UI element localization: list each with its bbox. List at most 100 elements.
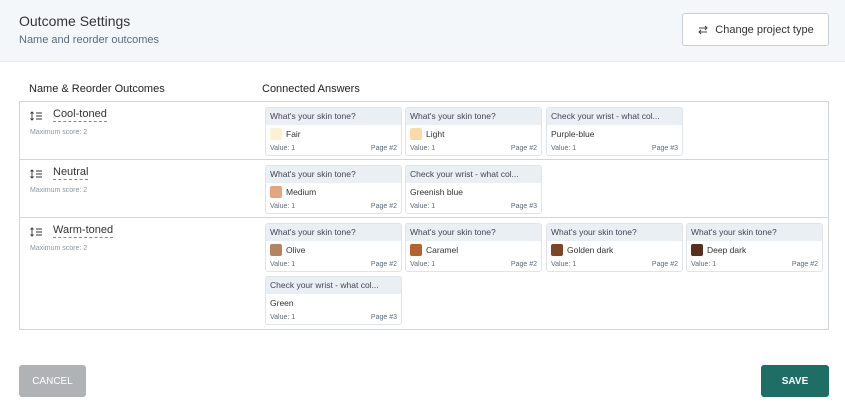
answer-page: Page #3 (651, 145, 678, 152)
answer-label: Purple-blue (551, 129, 595, 139)
save-button[interactable]: SAVE (761, 365, 829, 397)
reorder-handle-icon[interactable] (30, 169, 43, 179)
answer-card[interactable]: What's your skin tone? Light Value: 1 Page … (405, 107, 542, 156)
page-subtitle: Name and reorder outcomes (19, 34, 160, 46)
answer-card[interactable]: What's your skin tone? Medium Value: 1 Page… (265, 165, 402, 214)
outcomes-table: Cool-toned Maximum score: 2 What's your sk… (19, 101, 829, 330)
answer-meta: Value: 1 Page #2 (270, 145, 397, 152)
change-project-type-button[interactable]: Change project type (682, 13, 829, 46)
answers-column-header: Connected Answers (262, 83, 360, 95)
answer-option: Green (270, 297, 294, 309)
answer-card[interactable]: What's your skin tone? Caramel Value: 1 Pag… (405, 223, 542, 272)
outcome-name[interactable]: Cool-toned (53, 108, 107, 122)
answer-label: Fair (286, 129, 301, 139)
answer-page: Page #2 (651, 261, 678, 268)
answer-question: What's your skin tone? (266, 166, 401, 183)
answer-card[interactable]: Check your wrist - what col... Green Value… (265, 276, 402, 325)
answer-question: What's your skin tone? (547, 224, 682, 241)
answer-card[interactable]: What's your skin tone? Golden dark Value: … (546, 223, 683, 272)
page-title: Outcome Settings (19, 13, 131, 29)
answer-label: Deep dark (707, 245, 747, 255)
answer-card[interactable]: What's your skin tone? Olive Value: 1 Page … (265, 223, 402, 272)
answer-value: Value: 1 (410, 145, 436, 152)
answer-page: Page #2 (510, 145, 537, 152)
outcomes-column-header: Name & Reorder Outcomes (29, 83, 165, 95)
color-swatch (270, 186, 282, 198)
answer-value: Value: 1 (410, 261, 436, 268)
max-score: Maximum score: 2 (30, 187, 88, 194)
change-project-type-label: Change project type (715, 23, 814, 36)
answer-meta: Value: 1 Page #2 (270, 203, 397, 210)
outcome-row: Warm-toned Maximum score: 2 What's your sk… (20, 218, 828, 329)
answer-label: Caramel (426, 245, 459, 255)
answer-option: Light (410, 128, 444, 140)
reorder-handle-icon[interactable] (30, 227, 43, 237)
answer-page: Page #2 (370, 203, 397, 210)
answer-question: What's your skin tone? (687, 224, 822, 241)
answer-page: Page #3 (510, 203, 537, 210)
answer-page: Page #3 (370, 314, 397, 321)
answer-meta: Value: 1 Page #3 (551, 145, 678, 152)
answer-page: Page #2 (370, 145, 397, 152)
answer-label: Golden dark (567, 245, 614, 255)
color-swatch (551, 244, 563, 256)
color-swatch (270, 244, 282, 256)
outcome-name[interactable]: Warm-toned (53, 224, 114, 238)
answer-card[interactable]: Check your wrist - what col... Greenish b… (405, 165, 542, 214)
answer-page: Page #2 (370, 261, 397, 268)
swap-arrows-icon (698, 25, 708, 34)
answer-label: Medium (286, 187, 317, 197)
answer-option: Golden dark (551, 244, 613, 256)
answer-meta: Value: 1 Page #2 (410, 261, 537, 268)
answer-question: What's your skin tone? (266, 108, 401, 125)
color-swatch (691, 244, 703, 256)
color-swatch (270, 128, 282, 140)
answer-question: What's your skin tone? (406, 108, 541, 125)
answer-card[interactable]: What's your skin tone? Fair Value: 1 Page #… (265, 107, 402, 156)
answer-value: Value: 1 (270, 261, 296, 268)
answer-meta: Value: 1 Page #3 (270, 314, 397, 321)
answer-option: Olive (270, 244, 305, 256)
answer-value: Value: 1 (410, 203, 436, 210)
answer-page: Page #2 (791, 261, 818, 268)
answer-option: Deep dark (691, 244, 746, 256)
answer-meta: Value: 1 Page #3 (410, 203, 537, 210)
max-score: Maximum score: 2 (30, 245, 88, 252)
answer-value: Value: 1 (691, 261, 717, 268)
max-score: Maximum score: 2 (30, 129, 88, 136)
outcome-row: Neutral Maximum score: 2 What's your skin … (20, 160, 828, 218)
answer-meta: Value: 1 Page #2 (551, 261, 678, 268)
answer-meta: Value: 1 Page #2 (270, 261, 397, 268)
answer-value: Value: 1 (270, 203, 296, 210)
outcome-row: Cool-toned Maximum score: 2 What's your sk… (20, 102, 828, 160)
answer-question: What's your skin tone? (266, 224, 401, 241)
answer-label: Olive (286, 245, 306, 255)
answer-value: Value: 1 (551, 145, 577, 152)
answer-question: What's your skin tone? (406, 224, 541, 241)
color-swatch (410, 128, 422, 140)
color-swatch (410, 244, 422, 256)
cancel-button[interactable]: CANCEL (19, 365, 86, 397)
answer-label: Green (270, 298, 294, 308)
answer-card[interactable]: Check your wrist - what col... Purple-blu… (546, 107, 683, 156)
page-header: Outcome Settings Name and reorder outcom… (0, 0, 845, 62)
answer-value: Value: 1 (551, 261, 577, 268)
answer-question: Check your wrist - what col... (406, 166, 541, 183)
answer-option: Fair (270, 128, 301, 140)
answer-option: Caramel (410, 244, 458, 256)
answer-card[interactable]: What's your skin tone? Deep dark Value: 1 P… (686, 223, 823, 272)
answer-label: Light (426, 129, 445, 139)
outcome-name[interactable]: Neutral (53, 166, 89, 180)
answer-option: Greenish blue (410, 186, 463, 198)
answer-value: Value: 1 (270, 145, 296, 152)
answer-label: Greenish blue (410, 187, 463, 197)
answer-meta: Value: 1 Page #2 (691, 261, 818, 268)
reorder-handle-icon[interactable] (30, 111, 43, 121)
answer-question: Check your wrist - what col... (266, 277, 401, 294)
answer-page: Page #2 (510, 261, 537, 268)
answer-meta: Value: 1 Page #2 (410, 145, 537, 152)
answer-value: Value: 1 (270, 314, 296, 321)
answer-option: Purple-blue (551, 128, 594, 140)
answer-question: Check your wrist - what col... (547, 108, 682, 125)
answer-option: Medium (270, 186, 316, 198)
